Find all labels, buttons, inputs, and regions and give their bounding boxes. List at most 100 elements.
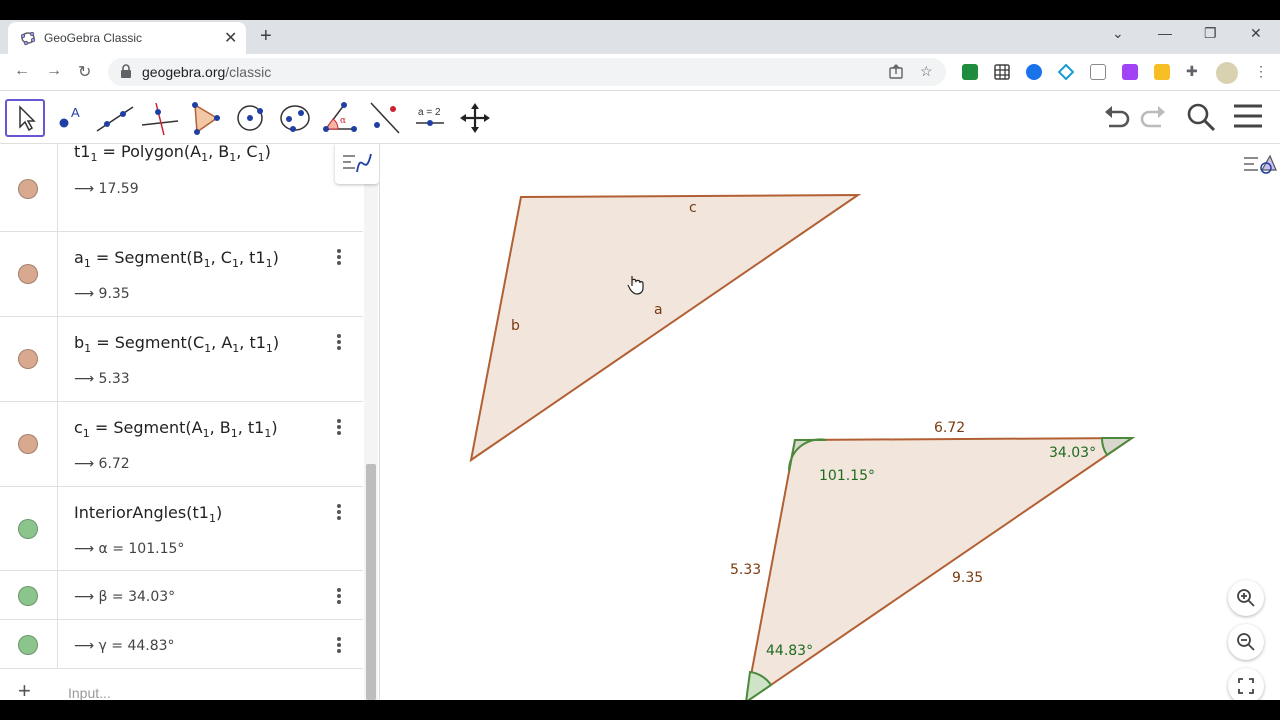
row-menu-icon[interactable] xyxy=(333,248,345,266)
cursor-arrow-icon xyxy=(19,105,36,132)
line-tool-button[interactable] xyxy=(95,99,135,137)
extension-classroom-icon[interactable] xyxy=(962,64,978,80)
algebra-row-gamma[interactable]: ⟶ γ = 44.83° xyxy=(0,620,363,669)
triangle-original[interactable] xyxy=(469,193,862,463)
zoom-out-button[interactable] xyxy=(1228,624,1264,660)
segment-c-value: ⟶ 6.72 xyxy=(74,456,130,472)
undo-icon[interactable] xyxy=(1101,102,1133,132)
triangle-measured[interactable] xyxy=(745,436,1136,700)
perpendicular-tool-button[interactable] xyxy=(140,99,180,137)
back-icon[interactable]: ← xyxy=(14,62,30,80)
row-menu-icon[interactable] xyxy=(333,587,345,605)
algebra-row-segment-a[interactable]: a1 = Segment(B1, C1, t11) ⟶ 9.35 xyxy=(0,232,363,317)
line-icon xyxy=(96,106,134,132)
algebra-row-interior-angles[interactable]: InteriorAngles(t11) ⟶ α = 101.15° xyxy=(0,487,363,571)
share-icon[interactable] xyxy=(888,64,904,80)
tab-strip: GeoGebra Classic ✕ + ⌄ — ❐ ✕ xyxy=(0,20,1280,54)
extension-doc-icon[interactable] xyxy=(1090,64,1106,80)
row-menu-icon[interactable] xyxy=(333,333,345,351)
move-arrows-icon xyxy=(460,103,490,133)
redo-icon[interactable] xyxy=(1137,102,1169,132)
visibility-toggle[interactable] xyxy=(18,635,38,655)
bookmark-star-icon[interactable]: ☆ xyxy=(920,63,933,80)
algebra-row-segment-b[interactable]: b1 = Segment(C1, A1, t11) ⟶ 5.33 xyxy=(0,317,363,402)
polygon-icon xyxy=(192,102,220,135)
segment-a-value: ⟶ 9.35 xyxy=(74,286,130,302)
move-view-tool-button[interactable] xyxy=(455,99,495,137)
ellipse-tool-button[interactable] xyxy=(275,99,315,137)
perpendicular-icon xyxy=(141,102,179,136)
side-length-right: 9.35 xyxy=(952,570,983,586)
main-menu-icon[interactable] xyxy=(1232,102,1264,132)
lock-icon xyxy=(121,64,131,78)
algebra-style-toggle[interactable] xyxy=(335,144,379,184)
visibility-toggle[interactable] xyxy=(18,434,38,454)
visibility-toggle[interactable] xyxy=(18,519,38,539)
row-menu-icon[interactable] xyxy=(333,636,345,654)
geogebra-logo-icon xyxy=(20,31,36,46)
segment-b-value: ⟶ 5.33 xyxy=(74,371,130,387)
interior-angles-definition: InteriorAngles(t11) xyxy=(74,503,223,526)
browser-menu-icon[interactable]: ⋮ xyxy=(1254,63,1268,80)
segment-b-definition: b1 = Segment(C1, A1, t11) xyxy=(74,333,280,356)
polygon-definition: t11 = Polygon(A1, B1, C1) xyxy=(74,144,271,165)
algebra-row-segment-c[interactable]: c1 = Segment(A1, B1, t11) ⟶ 6.72 xyxy=(0,402,363,487)
tab-close-icon[interactable]: ✕ xyxy=(224,28,237,48)
extension-blue-icon[interactable] xyxy=(1026,64,1042,80)
label-b: b xyxy=(511,318,520,334)
fullscreen-button[interactable] xyxy=(1228,668,1264,700)
graphics-style-toggle-icon[interactable] xyxy=(1236,144,1280,184)
row-menu-icon[interactable] xyxy=(333,418,345,436)
url-text: geogebra.org/classic xyxy=(142,64,272,80)
angle-gamma-label: 44.83° xyxy=(766,643,813,659)
algebra-settings-icon xyxy=(343,153,372,173)
svg-text:A: A xyxy=(71,105,80,120)
algebra-input-row[interactable]: + Input... xyxy=(0,670,363,700)
segment-a-definition: a1 = Segment(B1, C1, t11) xyxy=(74,248,279,271)
extension-purple-icon[interactable] xyxy=(1122,64,1138,80)
angle-beta-wedge[interactable] xyxy=(1100,437,1136,457)
extensions-puzzle-icon[interactable]: ✚ xyxy=(1186,63,1198,80)
slider-icon: a = 2 xyxy=(416,107,444,126)
algebra-view: t11 = Polygon(A1, B1, C1) ⟶ 17.59 a1 = S… xyxy=(0,144,380,700)
restore-button[interactable]: ❐ xyxy=(1204,25,1217,42)
row-menu-icon[interactable] xyxy=(333,503,345,521)
geogebra-toolbar: A α a = 2 xyxy=(0,92,1280,144)
address-bar[interactable]: geogebra.org/classic ☆ xyxy=(108,58,946,86)
visibility-toggle[interactable] xyxy=(18,264,38,284)
algebra-input[interactable]: Input... xyxy=(68,685,111,700)
alpha-value: ⟶ α = 101.15° xyxy=(74,541,185,557)
new-tab-button[interactable]: + xyxy=(260,25,272,48)
angle-tool-button[interactable]: α xyxy=(320,99,360,137)
close-window-button[interactable]: ✕ xyxy=(1250,25,1262,42)
segment-c-definition: c1 = Segment(A1, B1, t11) xyxy=(74,418,278,441)
polygon-tool-button[interactable] xyxy=(185,99,225,137)
move-tool-button[interactable] xyxy=(5,99,45,137)
extension-thumb-icon[interactable] xyxy=(1154,64,1170,80)
visibility-toggle[interactable] xyxy=(18,586,38,606)
reflect-tool-button[interactable] xyxy=(365,99,405,137)
reload-icon[interactable]: ↻ xyxy=(78,62,91,82)
visibility-toggle[interactable] xyxy=(18,179,38,199)
algebra-row-polygon[interactable]: t11 = Polygon(A1, B1, C1) ⟶ 17.59 xyxy=(0,144,363,232)
algebra-row-beta[interactable]: ⟶ β = 34.03° xyxy=(0,571,363,620)
extension-diamond-icon[interactable] xyxy=(1058,64,1074,80)
visibility-toggle[interactable] xyxy=(18,349,38,369)
point-tool-button[interactable]: A xyxy=(50,99,90,137)
angle-icon: α xyxy=(323,102,357,132)
forward-icon[interactable]: → xyxy=(46,62,62,80)
tab-search-icon[interactable]: ⌄ xyxy=(1112,25,1124,42)
scrollbar-thumb[interactable] xyxy=(366,464,376,700)
extension-grid-icon[interactable] xyxy=(994,64,1010,80)
slider-tool-button[interactable]: a = 2 xyxy=(410,99,450,137)
circle-tool-button[interactable] xyxy=(230,99,270,137)
svg-text:a = 2: a = 2 xyxy=(418,107,441,118)
graphics-view[interactable]: c a b 6.72 5.33 9.35 101.15° 34.03° 44.8… xyxy=(388,144,1280,700)
minimize-button[interactable]: — xyxy=(1158,25,1172,41)
add-plus-icon[interactable]: + xyxy=(18,678,31,700)
tab-geogebra[interactable]: GeoGebra Classic ✕ xyxy=(8,22,246,54)
search-icon[interactable] xyxy=(1185,102,1217,132)
polygon-value: ⟶ 17.59 xyxy=(74,181,139,197)
profile-avatar[interactable] xyxy=(1216,62,1238,84)
zoom-in-button[interactable] xyxy=(1228,580,1264,616)
